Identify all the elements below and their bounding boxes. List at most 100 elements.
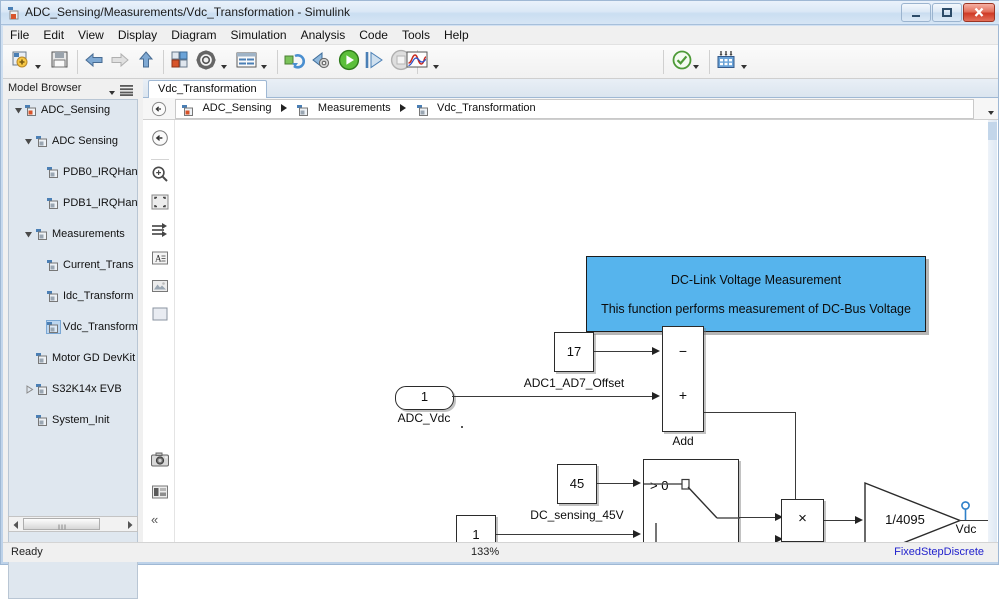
close-button[interactable] xyxy=(963,3,995,22)
scroll-right-icon[interactable] xyxy=(123,518,136,530)
navigate-up-icon[interactable] xyxy=(150,128,170,148)
tree-item-measurements[interactable]: Measurements xyxy=(12,227,137,242)
menu-edit[interactable]: Edit xyxy=(36,26,71,45)
menu-tools[interactable]: Tools xyxy=(395,26,437,45)
fit-to-view-icon[interactable] xyxy=(150,192,170,212)
build-model-icon[interactable] xyxy=(309,49,333,75)
tree-item-current-transformation[interactable]: Current_Trans xyxy=(12,258,137,273)
breadcrumb-bar: ADC_Sensing Measurements Vdc_Transformat… xyxy=(143,98,998,120)
tree-item-adc-sensing-subsystem[interactable]: ADC Sensing xyxy=(12,134,137,149)
model-browser-hscrollbar[interactable] xyxy=(8,516,138,532)
new-model-icon[interactable] xyxy=(11,49,33,75)
signal-routing-icon[interactable] xyxy=(150,220,170,240)
block-product[interactable]: × xyxy=(781,499,824,542)
breadcrumb-item-adc-sensing[interactable]: ADC_Sensing xyxy=(202,102,271,114)
expand-triangle-icon[interactable] xyxy=(24,137,33,146)
tree-item-vdc-transformation[interactable]: Vdc_Transform xyxy=(12,320,137,335)
block-add[interactable]: − + xyxy=(662,326,704,432)
signal-label-vdc: Vdc xyxy=(955,522,977,536)
menu-code[interactable]: Code xyxy=(352,26,395,45)
tab-vdc-transformation[interactable]: Vdc_Transformation xyxy=(148,80,267,98)
collapse-icon[interactable]: « xyxy=(151,512,171,532)
run-simulation-icon[interactable] xyxy=(337,49,361,75)
forward-arrow-icon[interactable] xyxy=(109,49,131,75)
tree-item-adc-sensing-model[interactable]: ADC_Sensing xyxy=(12,103,137,118)
subsystem-icon xyxy=(47,197,60,209)
wire-product-to-gain xyxy=(824,520,859,522)
scope-icon[interactable] xyxy=(405,49,431,75)
menu-bar: File Edit View Display Diagram Simulatio… xyxy=(3,26,998,45)
menu-display[interactable]: Display xyxy=(111,26,164,45)
annotation-line-2: This function performs measurement of DC… xyxy=(601,302,911,316)
breadcrumb-separator-icon xyxy=(400,104,407,112)
breadcrumb-item-measurements[interactable]: Measurements xyxy=(318,102,391,114)
block-label-dc-sensing-45v: DC_sensing_45V xyxy=(530,508,624,522)
subsystem-icon xyxy=(47,259,60,271)
area-icon[interactable] xyxy=(150,304,170,324)
breadcrumb-item-vdc-transformation[interactable]: Vdc_Transformation xyxy=(437,102,536,114)
model-configuration-gear-icon[interactable] xyxy=(195,49,219,75)
subsystem-icon xyxy=(416,103,430,116)
menu-diagram[interactable]: Diagram xyxy=(164,26,223,45)
legend-icon[interactable] xyxy=(150,482,170,502)
update-model-icon[interactable] xyxy=(283,49,307,75)
arrow-icon xyxy=(652,347,660,355)
canvas-tool-strip: A « xyxy=(145,120,175,542)
image-icon[interactable] xyxy=(150,276,170,296)
tree-item-label: Motor GD DevKit xyxy=(52,352,136,364)
block-dc-sensing-45v[interactable]: 45 xyxy=(557,464,597,504)
tree-item-idc-transformation[interactable]: Idc_Transform xyxy=(12,289,137,304)
toolbar: Normal xyxy=(3,45,998,117)
expand-triangle-icon[interactable] xyxy=(14,106,23,115)
block-inport-adc-vdc[interactable]: 1 xyxy=(395,386,454,410)
status-zoom-level[interactable]: 133% xyxy=(471,546,499,558)
menu-file[interactable]: File xyxy=(3,26,36,45)
subsystem-icon xyxy=(36,135,49,147)
navigate-back-icon[interactable] xyxy=(151,101,167,117)
zoom-icon[interactable] xyxy=(150,164,170,184)
block-inport-j8[interactable]: 1 xyxy=(456,515,496,542)
model-explorer-icon[interactable] xyxy=(235,49,259,75)
scroll-left-icon[interactable] xyxy=(10,518,23,530)
vscroll-thumb[interactable] xyxy=(988,122,997,140)
model-advisor-check-icon[interactable] xyxy=(671,49,693,75)
annotation-icon[interactable]: A xyxy=(150,248,170,268)
data-inspector-icon[interactable] xyxy=(715,49,739,75)
menu-analysis[interactable]: Analysis xyxy=(294,26,353,45)
editor-pane: Vdc_Transformation ADC_Sensing Measureme… xyxy=(143,79,998,542)
minimize-button[interactable] xyxy=(901,3,931,22)
block-adc1-ad7-offset[interactable]: 17 xyxy=(554,332,594,372)
expand-triangle-icon[interactable] xyxy=(24,230,33,239)
block-label-adc-vdc: ADC_Vdc xyxy=(397,411,451,425)
library-browser-icon[interactable] xyxy=(169,49,191,75)
tree-item-motor-gd-devkit[interactable]: Motor GD DevKit xyxy=(12,351,137,366)
block-switch1[interactable]: > 0 xyxy=(643,459,740,542)
tree-item-s32k14x-evb[interactable]: S32K14x EVB xyxy=(12,382,137,397)
add-sign-minus: − xyxy=(678,343,688,359)
annotation-dc-link-voltage-measurement[interactable]: DC-Link Voltage Measurement This functio… xyxy=(586,256,926,332)
status-ready: Ready xyxy=(11,546,43,558)
save-icon[interactable] xyxy=(49,49,71,75)
tree-item-pdb0-irqhandler[interactable]: PDB0_IRQHand xyxy=(12,165,137,180)
block-diagram-canvas[interactable]: DC-Link Voltage Measurement This functio… xyxy=(176,120,990,542)
tree-item-system-init[interactable]: System_Init xyxy=(12,413,137,428)
menu-simulation[interactable]: Simulation xyxy=(224,26,294,45)
tree-item-pdb1-irqhandler[interactable]: PDB1_IRQHand xyxy=(12,196,137,211)
tree-item-label: PDB1_IRQHand xyxy=(63,197,138,209)
block-value: 45 xyxy=(569,476,585,491)
menu-help[interactable]: Help xyxy=(437,26,476,45)
canvas-vertical-scrollbar[interactable] xyxy=(988,120,997,542)
hscroll-thumb[interactable] xyxy=(23,518,100,530)
model-browser-title: Model Browser xyxy=(8,82,82,94)
camera-icon[interactable] xyxy=(150,450,170,470)
up-arrow-icon[interactable] xyxy=(135,49,157,75)
step-forward-icon[interactable] xyxy=(363,49,387,75)
tree-item-label: ADC_Sensing xyxy=(41,104,111,116)
maximize-button[interactable] xyxy=(932,3,962,22)
collapse-triangle-icon[interactable] xyxy=(25,385,34,394)
subsystem-icon xyxy=(36,352,49,364)
block-value: 1 xyxy=(420,389,429,404)
back-arrow-icon[interactable] xyxy=(83,49,105,75)
menu-view[interactable]: View xyxy=(71,26,111,45)
status-solver[interactable]: FixedStepDiscrete xyxy=(894,546,984,558)
